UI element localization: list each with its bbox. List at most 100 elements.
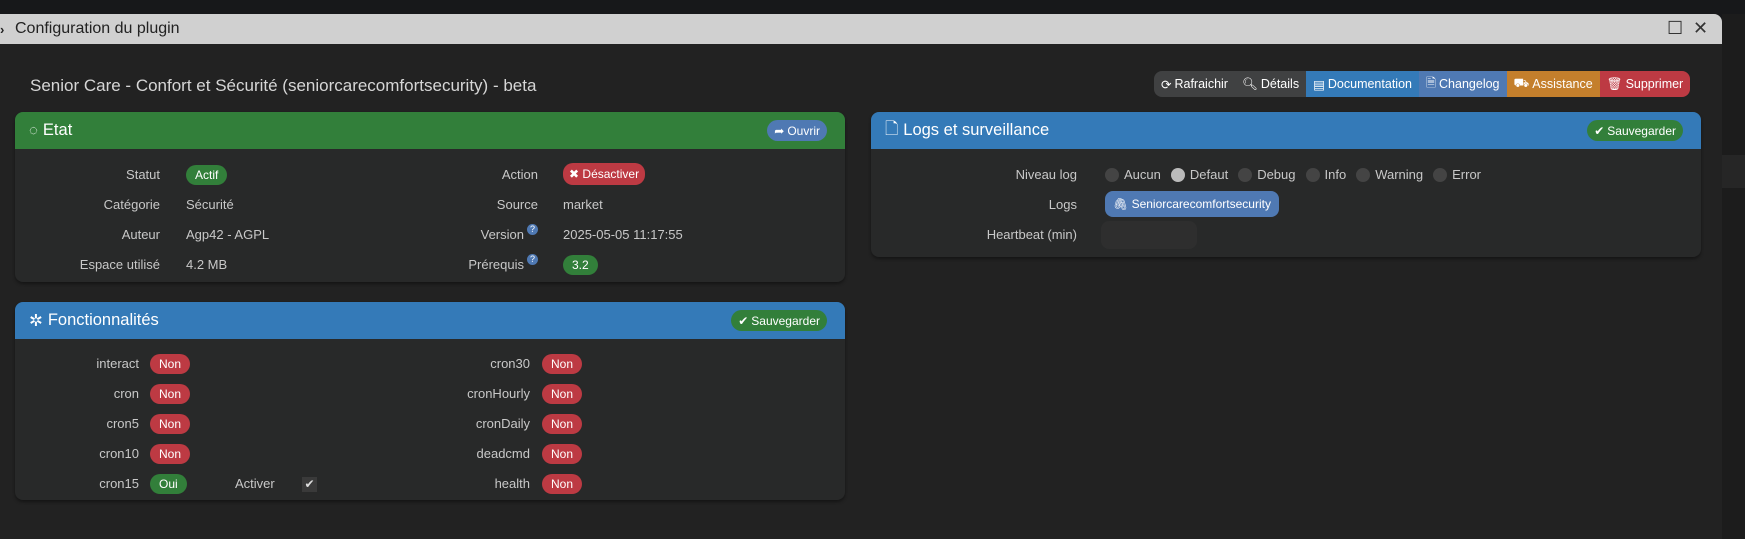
toolbar-button-documentation[interactable]: ▤ Documentation xyxy=(1306,71,1419,97)
functionality-status-badge: Oui xyxy=(150,474,187,494)
espace-value: 4.2 MB xyxy=(186,257,228,272)
fonctionnalites-title: Fonctionnalités xyxy=(47,311,159,329)
radio-circle-icon xyxy=(1170,168,1185,182)
logs-label: Logs xyxy=(1048,197,1077,212)
functionality-status-badge: Non xyxy=(542,474,583,494)
niveau-log-label: Niveau log xyxy=(1015,167,1077,182)
log-file-label: Seniorcarecomfortsecurity xyxy=(1131,197,1271,211)
prerequis-label: Prérequis? xyxy=(468,254,538,276)
toolbar-button-détails[interactable]: 🔍︎ Détails xyxy=(1234,71,1307,97)
toolbar-button-supprimer[interactable]: 🗑 Supprimer xyxy=(1599,71,1691,97)
file-icon: 🗋 xyxy=(885,119,899,138)
radio-circle-icon xyxy=(1356,168,1371,182)
check-circle-icon: ✔ xyxy=(738,313,749,328)
fonctionnalites-panel: ✲ Fonctionnalités ✔ Sauvegarder interact N… xyxy=(15,302,845,500)
heartbeat-input[interactable] xyxy=(1101,221,1197,249)
source-value: market xyxy=(563,197,603,212)
close-icon[interactable]: ✕ xyxy=(1693,18,1708,39)
log-level-label: Defaut xyxy=(1189,167,1229,182)
radio-circle-icon xyxy=(1238,168,1253,182)
action-label: Action xyxy=(501,167,538,182)
categorie-label: Catégorie xyxy=(103,197,160,212)
log-file-button[interactable]: 🖇 Seniorcarecomfortsecurity xyxy=(1105,191,1279,217)
fonctionnalites-header: ✲ Fonctionnalités ✔ Sauvegarder xyxy=(15,302,845,339)
log-level-radio[interactable]: Warning xyxy=(1356,164,1423,186)
book-icon: ▤ xyxy=(1313,77,1325,92)
version-label-text: Version xyxy=(480,227,524,242)
statut-badge: Actif xyxy=(186,165,228,185)
etat-header: ◌ Etat ➦ Ouvrir xyxy=(15,112,845,149)
functionality-status-badge: Non xyxy=(542,444,583,464)
toolbar-button-changelog[interactable]: 🗎 Changelog xyxy=(1418,71,1507,97)
toolbar-button-label: Documentation xyxy=(1327,77,1412,91)
toolbar-button-label: Assistance xyxy=(1532,77,1593,91)
puzzle-icon: ✲ xyxy=(29,311,43,330)
espace-label: Espace utilisé xyxy=(79,257,160,272)
auteur-label: Auteur xyxy=(121,227,160,242)
deactivate-button[interactable]: ✖ Désactiver xyxy=(563,163,646,185)
activer-checkbox[interactable]: ✔ xyxy=(302,477,317,492)
auteur-value: Agp42 - AGPL xyxy=(186,227,270,242)
maximize-icon[interactable]: ☐ xyxy=(1667,18,1683,39)
help-icon[interactable]: ? xyxy=(527,254,538,265)
functionality-status-badge: Non xyxy=(150,414,191,434)
toolbar-button-label: Rafraichir xyxy=(1174,77,1228,91)
prerequis-badge: 3.2 xyxy=(563,255,598,275)
log-level-label: Aucun xyxy=(1124,167,1161,182)
log-level-radio[interactable]: Error xyxy=(1433,164,1481,186)
log-level-label: Error xyxy=(1452,167,1482,182)
open-label: Ouvrir xyxy=(787,123,820,138)
radio-circle-icon xyxy=(1433,168,1448,182)
plugin-toolbar: ⟳ Rafraichir 🔍︎ Détails ▤ Documentation 🗎 Chang… xyxy=(1154,71,1691,97)
functionality-name: cron15 xyxy=(99,476,139,491)
functionality-status-badge: Non xyxy=(150,444,191,464)
logs-title: Logs et surveillance xyxy=(903,121,1050,139)
file-code-icon: 🗎 xyxy=(1425,75,1437,90)
trash-icon: 🗑 xyxy=(1606,76,1623,91)
functionality-name: cronDaily xyxy=(475,416,530,431)
categorie-value: Sécurité xyxy=(186,197,234,212)
source-label: Source xyxy=(496,197,538,212)
save-logs-button[interactable]: ✔ Sauvegarder xyxy=(1587,120,1683,141)
functionality-name: cron30 xyxy=(490,356,530,371)
activer-label: Activer xyxy=(235,476,275,491)
log-level-radio[interactable]: Info xyxy=(1305,164,1347,186)
save-functionalities-button[interactable]: ✔ Sauvegarder xyxy=(731,310,827,331)
functionality-status-badge: Non xyxy=(150,384,191,404)
etat-title: Etat xyxy=(42,121,73,139)
chevron-right-icon[interactable]: › xyxy=(0,22,12,37)
background-page-edge xyxy=(1722,14,1745,539)
toolbar-button-assistance[interactable]: ⛟ Assistance xyxy=(1506,71,1600,97)
search-icon: 🔍︎ xyxy=(1241,76,1258,91)
save-label: Sauvegarder xyxy=(1607,123,1676,138)
plugin-config-dialog: › Configuration du plugin ☐ ✕ Senior Car… xyxy=(0,14,1722,539)
heartbeat-label: Heartbeat (min) xyxy=(986,227,1077,242)
functionality-status-badge: Non xyxy=(150,354,191,374)
functionality-status-badge: Non xyxy=(542,414,583,434)
share-icon: ➦ xyxy=(774,123,785,138)
log-level-label: Info xyxy=(1324,167,1347,182)
radio-circle-icon xyxy=(1305,168,1320,182)
toolbar-button-rafraichir[interactable]: ⟳ Rafraichir xyxy=(1154,71,1235,97)
functionality-status-badge: Non xyxy=(542,384,583,404)
circle-notch-icon: ◌ xyxy=(29,122,38,139)
check-circle-icon: ✔ xyxy=(1594,123,1605,138)
etat-panel: ◌ Etat ➦ Ouvrir Statut Actif Catégorie Sé… xyxy=(15,112,845,282)
log-level-label: Warning xyxy=(1375,167,1424,182)
log-level-radio[interactable]: Debug xyxy=(1238,164,1296,186)
refresh-icon: ⟳ xyxy=(1161,77,1172,92)
logs-panel: 🗋 Logs et surveillance ✔ Sauvegarder Nive… xyxy=(871,112,1701,257)
logs-header: 🗋 Logs et surveillance ✔ Sauvegarder xyxy=(871,112,1701,149)
log-level-radio[interactable]: Defaut xyxy=(1170,164,1229,186)
deactivate-label: Désactiver xyxy=(582,167,640,181)
open-button[interactable]: ➦ Ouvrir xyxy=(767,120,827,141)
log-level-radio[interactable]: Aucun xyxy=(1105,164,1161,186)
x-icon: ✖ xyxy=(569,167,580,181)
functionality-name: deadcmd xyxy=(476,446,530,461)
radio-circle-icon xyxy=(1105,168,1119,182)
plugin-heading: Senior Care - Confort et Sécurité (senio… xyxy=(30,76,537,95)
ambulance-icon: ⛟ xyxy=(1513,76,1530,90)
help-icon[interactable]: ? xyxy=(527,224,538,235)
version-value: 2025-05-05 11:17:55 xyxy=(563,227,683,242)
functionality-name: interact xyxy=(96,356,139,371)
